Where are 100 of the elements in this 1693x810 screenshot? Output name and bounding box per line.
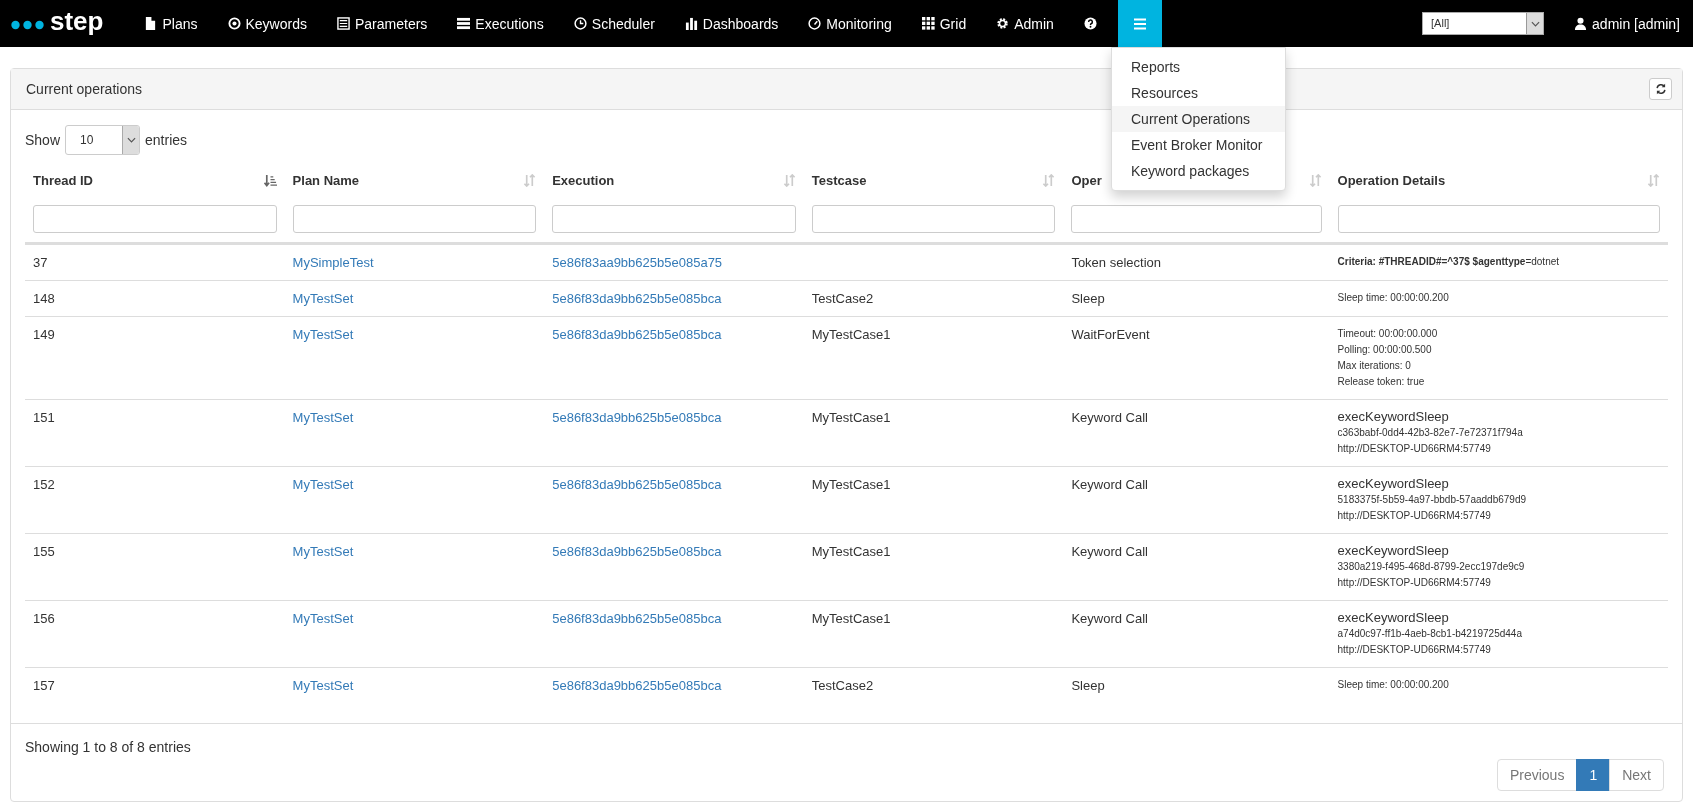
operation-name: Sleep [1071,678,1105,693]
operation-name: Keyword Call [1071,477,1148,492]
plan-link[interactable]: MyTestSet [292,477,354,492]
nav-link[interactable]: Parameters [321,15,443,32]
help-icon[interactable] [1083,17,1097,30]
operation-name: Keyword Call [1071,544,1148,559]
column-header[interactable]: Execution [552,173,615,188]
gauge-icon [808,17,822,30]
nav-link[interactable]: Keywords [212,15,322,32]
plan-link[interactable]: MyTestSet [292,678,354,693]
filter-field[interactable] [811,205,1056,233]
operation-name: Token selection [1071,255,1161,270]
filter-field[interactable] [292,205,537,233]
testcase-name: MyTestCase1 [811,410,891,425]
page-button[interactable]: Next [1609,759,1664,791]
execution-link[interactable]: 5e86f83da9bb625b5e085bca [552,544,722,559]
plan-link[interactable]: MyTestSet [292,611,354,626]
detail-line: c363babf-0dd4-42b3-82e7-7e72371f794a [1337,426,1524,440]
operation-name: Keyword Call [1071,611,1148,626]
column-header[interactable]: Thread ID [33,173,93,188]
chevron-down-icon [1530,20,1540,27]
plan-link[interactable]: MySimpleTest [292,255,374,270]
keyword-name: execKeywordSleep [1337,543,1450,559]
detail-line: http://DESKTOP-UD66RM4:57749 [1337,509,1492,523]
testcase-name: MyTestCase1 [811,477,891,492]
detail-line: a74d0c97-ff1b-4aeb-8cb1-b4219725d44a [1337,627,1523,641]
column-header[interactable]: Plan Name [292,173,360,188]
nav-link[interactable]: Grid [906,15,982,32]
column-header[interactable]: Testcase [811,173,867,188]
nav-link[interactable]: Plans [129,15,213,32]
detail-line: 3380a219-f495-468d-8799-2ecc197de9c9 [1337,560,1526,574]
table-info: Showing 1 to 8 of 8 entries [11,723,1682,755]
nav-link[interactable]: Dashboards [669,15,794,32]
thread-id: 37 [33,255,48,270]
step-logo[interactable]: step [0,6,130,37]
menu-item[interactable]: Resources [1112,80,1285,106]
page-size-select[interactable]: 10 [65,125,141,155]
execution-link[interactable]: 5e86f83da9bb625b5e085bca [552,327,722,342]
thread-id: 151 [33,410,55,425]
target-icon [227,17,241,30]
entries-label: entries [145,132,188,148]
plan-link[interactable]: MyTestSet [292,544,354,559]
tenant-select[interactable]: [All] [1422,12,1545,35]
gear-icon [996,17,1010,30]
detail-line: Sleep time: 00:00:00.200 [1337,678,1450,692]
operation-name: WaitForEvent [1071,327,1150,342]
detail-line: Timeout: 00:00:00.000 [1337,327,1439,341]
thread-id: 155 [33,544,55,559]
execution-link[interactable]: 5e86f83da9bb625b5e085bca [552,410,722,425]
refresh-button[interactable] [1649,78,1672,100]
thread-id: 157 [33,678,55,693]
user-menu[interactable]: admin [admin] [1574,15,1693,32]
nav-link[interactable]: Monitoring [793,15,907,32]
execution-link[interactable]: 5e86f83da9bb625b5e085bca [552,611,722,626]
grid-icon [921,17,935,30]
menu-item[interactable]: Current Operations [1112,106,1285,132]
column-header[interactable]: Oper [1071,173,1102,188]
bar-chart-icon [684,17,698,30]
execution-link[interactable]: 5e86f83da9bb625b5e085bca [552,291,722,306]
keyword-name: execKeywordSleep [1337,409,1450,425]
refresh-icon [1654,83,1667,95]
thread-id: 152 [33,477,55,492]
detail-line: Polling: 00:00:00.500 [1337,343,1433,357]
detail-line: http://DESKTOP-UD66RM4:57749 [1337,442,1492,456]
execution-link[interactable]: 5e86f83aa9bb625b5e085a75 [552,255,723,270]
testcase-name: MyTestCase1 [811,327,891,342]
execution-link[interactable]: 5e86f83da9bb625b5e085bca [552,678,722,693]
menu-item[interactable]: Reports [1112,54,1285,80]
column-header[interactable]: Operation Details [1337,173,1446,188]
nav-link[interactable]: Scheduler [558,15,670,32]
keyword-name: execKeywordSleep [1337,476,1450,492]
menu-button[interactable] [1117,0,1162,47]
filter-field[interactable] [33,205,277,233]
clock-icon [573,17,587,30]
operation-name: Keyword Call [1071,410,1148,425]
detail-line: 5183375f-5b59-4a97-bbdb-57aaddb679d9 [1337,493,1528,507]
testcase-name: MyTestCase1 [811,544,891,559]
filter-field[interactable] [1071,205,1322,233]
keyword-name: execKeywordSleep [1337,610,1450,626]
page-button[interactable]: 1 [1576,759,1611,791]
nav-link[interactable]: Executions [442,15,559,32]
testcase-name: TestCase2 [811,291,874,306]
plan-link[interactable]: MyTestSet [292,410,354,425]
list-icon [336,17,350,30]
menu-item[interactable]: Keyword packages [1112,158,1285,184]
menu-item[interactable]: Event Broker Monitor [1112,132,1285,158]
execution-link[interactable]: 5e86f83da9bb625b5e085bca [552,477,722,492]
user-icon [1574,17,1588,30]
filter-field[interactable] [1337,205,1660,233]
detail-line: http://DESKTOP-UD66RM4:57749 [1337,576,1492,590]
nav-link[interactable]: Admin [981,15,1069,32]
testcase-name: MyTestCase1 [811,611,891,626]
plan-link[interactable]: MyTestSet [292,291,354,306]
file-icon [144,17,158,30]
plan-link[interactable]: MyTestSet [292,327,354,342]
thread-id: 148 [33,291,55,306]
page-button[interactable]: Previous [1496,759,1578,791]
detail-line: Release token: true [1337,375,1426,389]
filter-field[interactable] [552,205,796,233]
menu-icon [1133,17,1146,30]
